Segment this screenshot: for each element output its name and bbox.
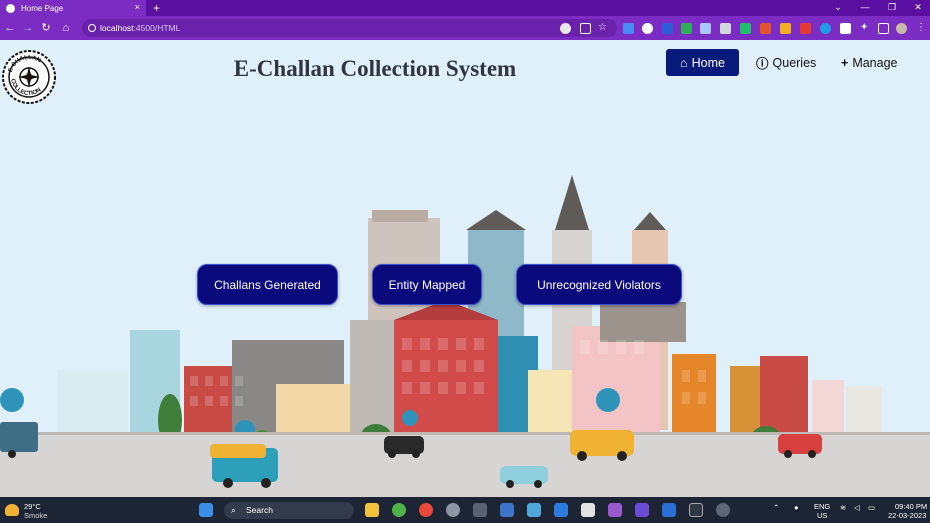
logo: E-CHALLAN COLLECTION: [2, 50, 56, 104]
close-tab-icon[interactable]: ×: [135, 2, 140, 12]
extension-icon[interactable]: [700, 23, 711, 34]
home-browser-icon[interactable]: ⌂: [58, 20, 74, 36]
puzzle-icon[interactable]: ✦: [860, 23, 871, 34]
extension-icon[interactable]: [642, 23, 653, 34]
extension-icon[interactable]: [760, 23, 771, 34]
microphone-icon[interactable]: ●: [794, 503, 799, 512]
weather-icon[interactable]: [5, 504, 19, 516]
wifi-icon[interactable]: ≋: [840, 503, 846, 512]
chevron-up-icon[interactable]: ⌃: [773, 503, 779, 512]
address-bar[interactable]: localhost:4500/HTML: [82, 19, 617, 37]
page-title: E-Challan Collection System: [233, 56, 517, 81]
share-icon[interactable]: [580, 23, 591, 34]
site-info-icon[interactable]: [88, 24, 96, 32]
tab-home-page[interactable]: Home Page ×: [0, 0, 146, 16]
browser-tab-strip: Home Page × + ⌄ — ❐ ✕: [0, 0, 930, 16]
chrome-icon[interactable]: [419, 503, 433, 517]
app-icon[interactable]: [392, 503, 406, 517]
windows-start-icon[interactable]: [199, 503, 213, 517]
extension-icon[interactable]: [720, 23, 731, 34]
app-icon[interactable]: [608, 503, 622, 517]
shield-extension-icon[interactable]: [681, 23, 692, 34]
taskbar: 29°C Smoke ⌕ Search ⌃ ● ENG US ≋ ◁ ▭ 09:…: [0, 497, 930, 523]
search-label: Search: [246, 505, 273, 515]
clock-date[interactable]: 22-03-2023: [888, 511, 926, 520]
url-host: localhost: [100, 23, 134, 33]
city-skyline-illustration: [0, 175, 930, 497]
url-path: :4500/HTML: [133, 23, 181, 33]
language-region[interactable]: US: [817, 511, 827, 520]
app-icon[interactable]: [527, 503, 541, 517]
terminal-icon[interactable]: [689, 503, 703, 517]
extension-icon[interactable]: [820, 23, 831, 34]
taskbar-search[interactable]: ⌕ Search: [224, 502, 354, 519]
battery-icon[interactable]: ▭: [868, 503, 875, 512]
tab-title: Home Page: [21, 3, 64, 13]
search-icon: ⌕: [231, 505, 236, 515]
challans-generated-button[interactable]: Challans Generated: [197, 264, 338, 305]
minimize-button[interactable]: —: [853, 0, 877, 16]
nav-manage-link[interactable]: + Manage: [841, 49, 898, 76]
app-icon[interactable]: [716, 503, 730, 517]
forward-icon[interactable]: →: [20, 20, 36, 36]
settings-icon[interactable]: [446, 503, 460, 517]
globe-icon: [6, 3, 15, 13]
app-icon[interactable]: [500, 503, 514, 517]
google-icon[interactable]: [560, 23, 571, 34]
app-icon[interactable]: [473, 503, 487, 517]
nav-home-label: Home: [691, 55, 725, 70]
plus-icon: +: [841, 55, 849, 70]
avatar[interactable]: [896, 23, 907, 34]
browser-toolbar: ← → ↻ ⌂ localhost:4500/HTML ☆ ✦ ⋮: [0, 16, 930, 40]
close-window-button[interactable]: ✕: [906, 0, 930, 16]
bing-icon[interactable]: [662, 503, 676, 517]
clock-time[interactable]: 09:40 PM: [895, 502, 927, 511]
unrecognized-violators-button[interactable]: Unrecognized Violators: [516, 264, 682, 305]
file-explorer-icon[interactable]: [365, 503, 379, 517]
app-icon[interactable]: [581, 503, 595, 517]
reload-icon[interactable]: ↻: [38, 20, 54, 36]
side-panel-icon[interactable]: [878, 23, 889, 34]
new-tab-button[interactable]: +: [153, 0, 160, 16]
language-code[interactable]: ENG: [814, 502, 830, 511]
info-icon: ⓘ: [756, 57, 769, 71]
page-content: E-CHALLAN COLLECTION E-Challan Collectio…: [0, 40, 930, 497]
weather-description[interactable]: Smoke: [24, 511, 47, 520]
bookmark-star-icon[interactable]: ☆: [598, 23, 609, 34]
extension-icon[interactable]: [800, 23, 811, 34]
nav-manage-label: Manage: [852, 55, 898, 70]
extension-icon[interactable]: [780, 23, 791, 34]
volume-icon[interactable]: ◁: [854, 503, 860, 512]
weather-temperature[interactable]: 29°C: [24, 502, 41, 511]
nav-queries-link[interactable]: ⓘ Queries: [756, 49, 816, 76]
tab-search-icon[interactable]: ⌄: [826, 0, 850, 16]
menu-kebab-icon[interactable]: ⋮: [916, 23, 927, 34]
extension-icon[interactable]: [840, 23, 851, 34]
extension-icon[interactable]: [740, 23, 751, 34]
app-icon[interactable]: [635, 503, 649, 517]
back-icon[interactable]: ←: [2, 20, 18, 36]
home-icon: ⌂: [680, 55, 688, 70]
nav-queries-label: Queries: [772, 55, 817, 70]
entity-mapped-button[interactable]: Entity Mapped: [372, 264, 482, 305]
translate-extension-icon[interactable]: [623, 23, 634, 34]
nav-home-button[interactable]: ⌂ Home: [666, 49, 739, 76]
app-icon[interactable]: [554, 503, 568, 517]
maximize-button[interactable]: ❐: [880, 0, 904, 16]
extension-icon[interactable]: [662, 23, 673, 34]
